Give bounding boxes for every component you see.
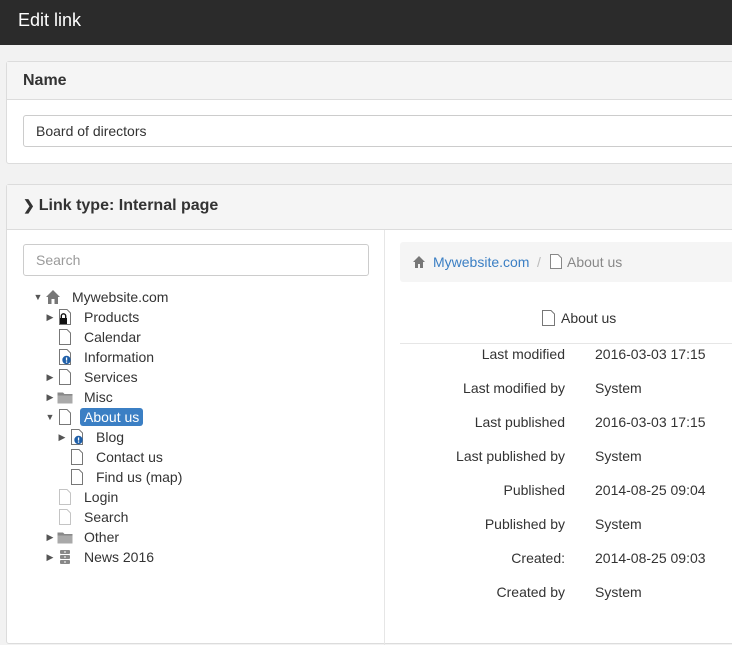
meta-value: System	[595, 584, 642, 600]
tree-node-label: Find us (map)	[96, 469, 183, 485]
page-icon	[542, 310, 555, 326]
name-input[interactable]	[23, 115, 732, 147]
breadcrumb-separator: /	[537, 254, 541, 270]
page-faded-icon	[59, 509, 71, 525]
breadcrumb-root-link[interactable]: Mywebsite.com	[433, 254, 529, 270]
tree-node-label: Services	[84, 369, 138, 385]
top-bar: Edit link	[0, 0, 732, 45]
tree-node-label: Blog	[96, 429, 125, 445]
tree-node-label: News 2016	[84, 549, 155, 565]
meta-row: Published by System	[400, 516, 732, 536]
meta-row: Last modified 2016-03-03 17:15	[400, 346, 732, 366]
tree-node-label: Login	[84, 489, 119, 505]
meta-key: Published by	[484, 516, 565, 532]
meta-value: System	[595, 448, 642, 464]
meta-key: Last published	[474, 414, 565, 430]
meta-row: Last modified by System	[400, 380, 732, 400]
page-icon	[71, 449, 83, 465]
caret-right-icon[interactable]: ▶	[45, 307, 55, 327]
meta-key: Published	[503, 482, 566, 498]
page-info-icon	[71, 429, 83, 445]
home-icon	[413, 256, 425, 268]
page-icon	[59, 409, 71, 425]
folder-icon	[57, 532, 73, 544]
caret-right-icon[interactable]: ▶	[45, 367, 55, 387]
meta-key: Created:	[511, 550, 565, 566]
meta-value: 2016-03-03 17:15	[595, 346, 706, 362]
tree-node-label: Products	[84, 309, 140, 325]
selected-page-title: About us	[561, 310, 617, 326]
tree-node-label: Search	[84, 509, 129, 525]
tree-node-label: About us	[80, 408, 144, 426]
page-icon	[550, 254, 562, 269]
folder-icon	[57, 392, 73, 404]
archive-icon	[60, 550, 70, 564]
page-faded-icon	[59, 489, 71, 505]
meta-row: Last published 2016-03-03 17:15	[400, 414, 732, 434]
page-icon	[59, 329, 71, 345]
caret-right-icon[interactable]: ▶	[45, 547, 55, 567]
page-icon	[59, 369, 71, 385]
caret-right-icon[interactable]: ▶	[57, 427, 67, 447]
details-divider	[400, 343, 732, 344]
meta-key: Last modified	[481, 346, 565, 362]
breadcrumb-current: About us	[567, 254, 623, 270]
tree-node-label: Other	[84, 529, 120, 545]
page-icon	[71, 469, 83, 485]
page-info-icon	[59, 349, 71, 365]
page-tree: ▼ Mywebsite.com ▶ Products Calendar Informati…	[7, 185, 377, 645]
tree-node-label: Contact us	[96, 449, 163, 465]
caret-down-icon[interactable]: ▼	[33, 287, 43, 307]
page-details: Mywebsite.com / About us About us Last m…	[400, 242, 732, 645]
meta-row: Created by System	[400, 584, 732, 604]
meta-value: 2014-08-25 09:04	[595, 482, 706, 498]
meta-value: 2016-03-03 17:15	[595, 414, 706, 430]
caret-right-icon[interactable]: ▶	[45, 527, 55, 547]
meta-row: Created: 2014-08-25 09:03	[400, 550, 732, 570]
lock-icon	[59, 309, 71, 325]
meta-row: Published 2014-08-25 09:04	[400, 482, 732, 502]
tree-node-label: Calendar	[84, 329, 141, 345]
meta-row: Last published by System	[400, 448, 732, 468]
tree-node-label: Misc	[84, 389, 113, 405]
caret-right-icon[interactable]: ▶	[45, 387, 55, 407]
tree-node-label: Information	[84, 349, 155, 365]
caret-down-icon[interactable]: ▼	[45, 407, 55, 427]
panel-divider	[384, 230, 385, 645]
breadcrumb: Mywebsite.com / About us	[400, 242, 732, 282]
name-panel-header: Name	[7, 62, 732, 100]
meta-key: Last published by	[456, 448, 565, 464]
tree-node-label: Mywebsite.com	[72, 289, 169, 305]
meta-value: System	[595, 380, 642, 396]
meta-key: Last modified by	[463, 380, 565, 396]
name-panel: Name	[6, 61, 732, 164]
meta-value: System	[595, 516, 642, 532]
dialog-title: Edit link	[18, 10, 82, 30]
meta-key: Created by	[496, 584, 565, 600]
meta-value: 2014-08-25 09:03	[595, 550, 706, 566]
home-icon	[46, 290, 60, 304]
name-label: Name	[23, 72, 67, 89]
link-type-panel: ❯Link type: Internal page ▼Mywebsite.com…	[6, 184, 732, 645]
